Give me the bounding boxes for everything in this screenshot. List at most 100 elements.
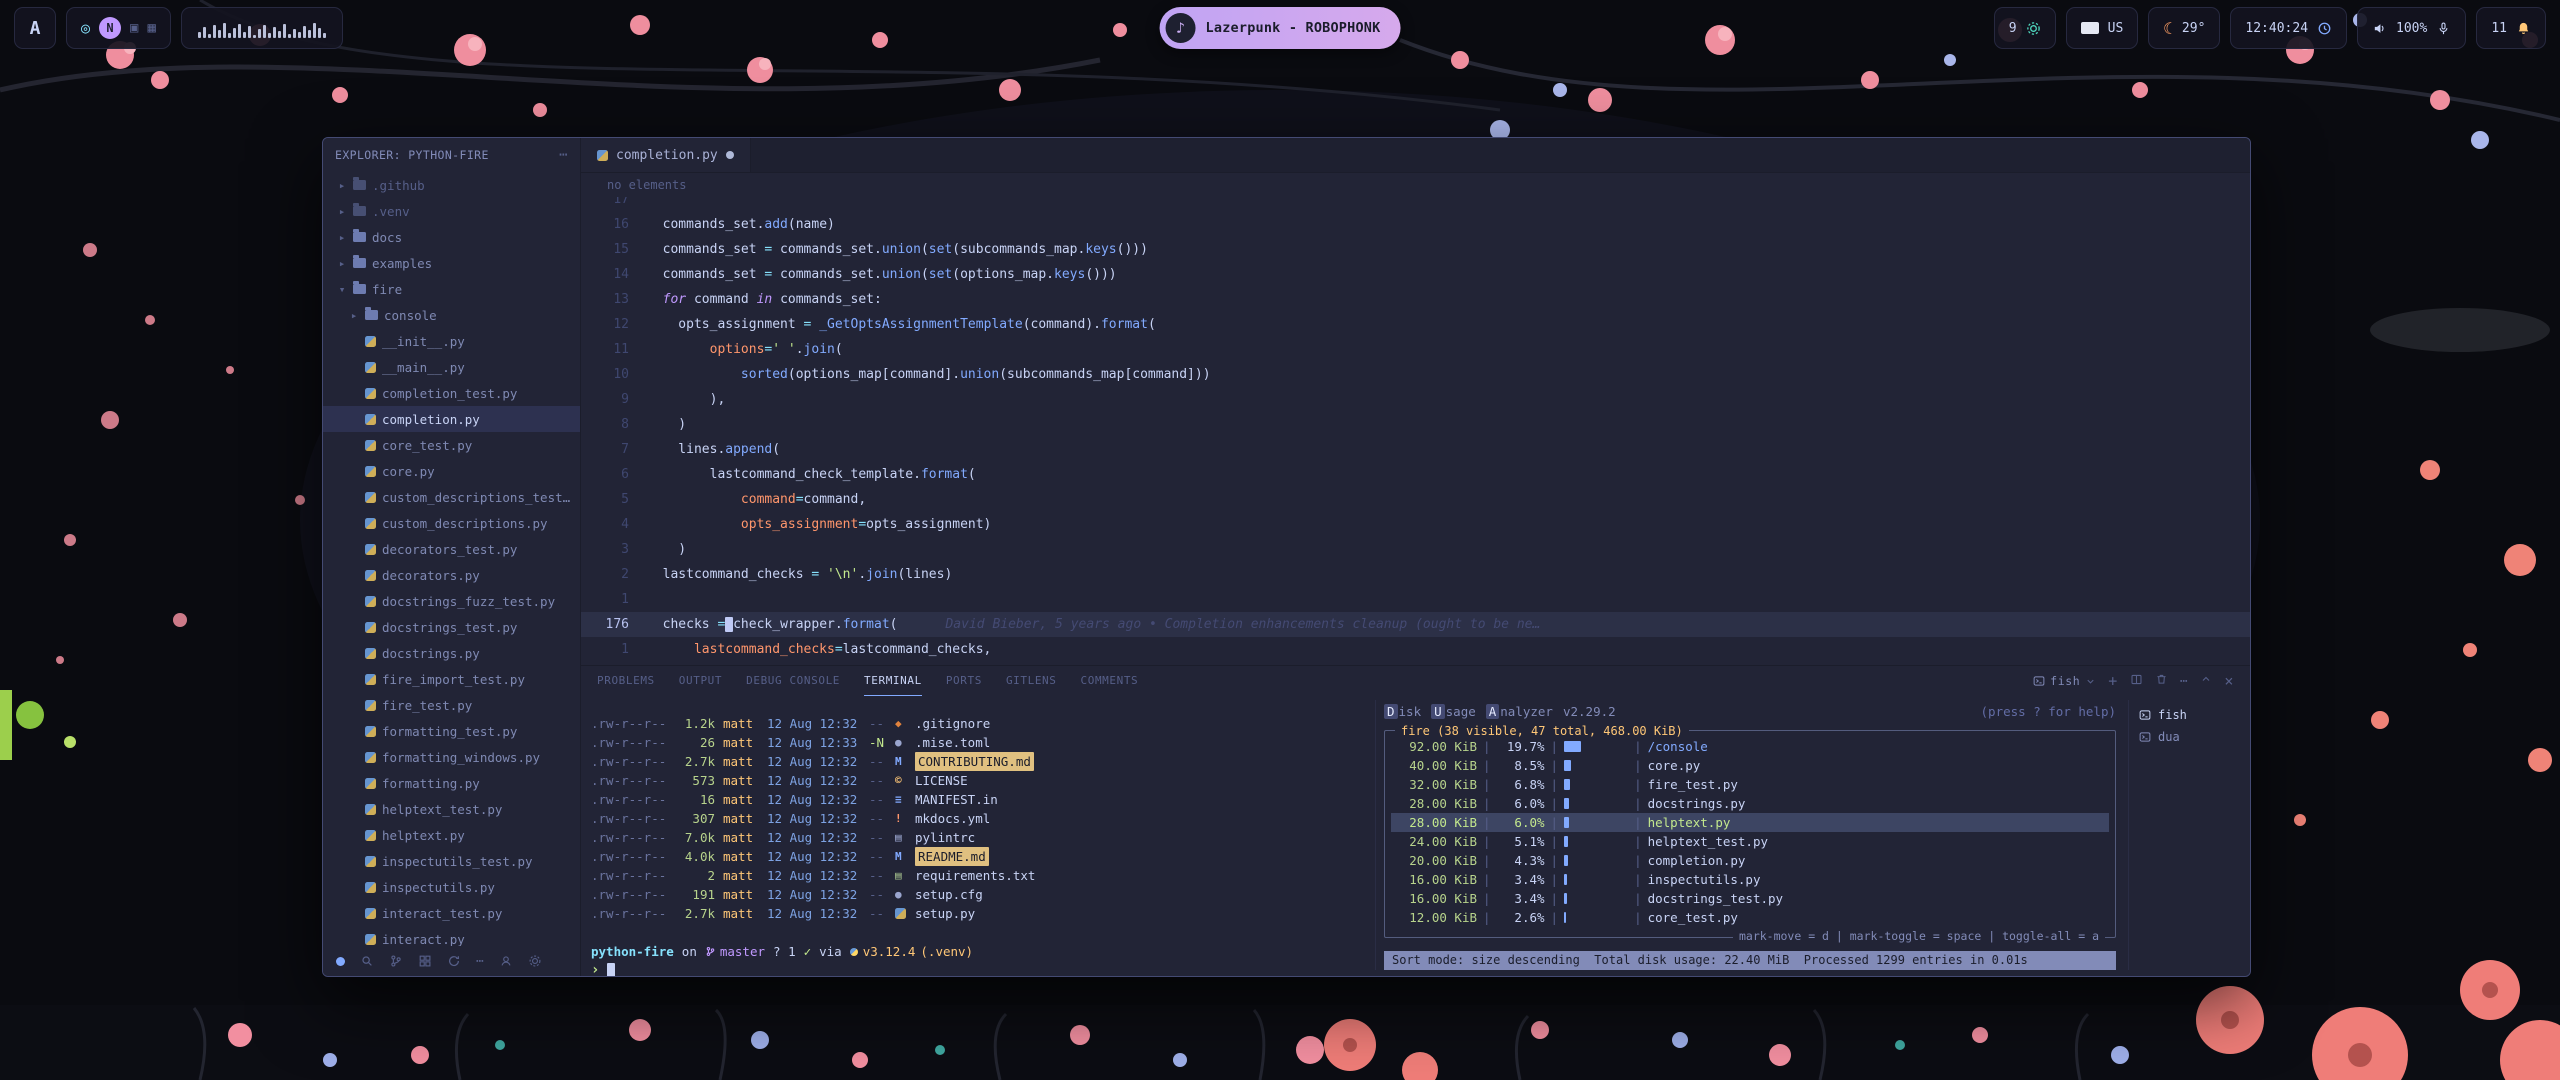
shell-input-line[interactable]: › — [591, 961, 1367, 977]
code-editor[interactable]: 17 """16 commands_set.add(name)15 comman… — [581, 197, 2250, 665]
panel-tab-debug-console[interactable]: DEBUG CONSOLE — [746, 666, 840, 696]
tree-item-completion-test-py[interactable]: completion_test.py — [323, 380, 580, 406]
tree-item-fire-import-test-py[interactable]: fire_import_test.py — [323, 666, 580, 692]
tree-item-completion-py[interactable]: completion.py — [323, 406, 580, 432]
code-line[interactable]: 4 opts_assignment=opts_assignment) — [581, 512, 2250, 537]
code-line[interactable]: 16 commands_set.add(name) — [581, 212, 2250, 237]
code-line[interactable]: 9 ), — [581, 387, 2250, 412]
terminal-profile[interactable]: fish — [2033, 674, 2096, 688]
tree-item-decorators-py[interactable]: decorators.py — [323, 562, 580, 588]
code-line[interactable]: 2 lastcommand_checks = '\n'.join(lines) — [581, 562, 2250, 587]
code-line[interactable]: 1 — [581, 587, 2250, 612]
source-control-icon[interactable] — [389, 954, 403, 968]
tree-item-interact-test-py[interactable]: interact_test.py — [323, 900, 580, 926]
tree-item-github[interactable]: ▸.github — [323, 172, 580, 198]
dua-row-helptext-py[interactable]: 28.00 KiB|6.0%||helptext.py — [1391, 813, 2109, 832]
tree-item-custom-descriptions-py[interactable]: custom_descriptions.py — [323, 510, 580, 536]
workspace-icon-3[interactable]: ▣ — [130, 20, 138, 36]
code-line[interactable]: 1 lastcommand_checks=lastcommand_checks, — [581, 637, 2250, 662]
panel-tab-ports[interactable]: PORTS — [946, 666, 982, 696]
tree-item-core-test-py[interactable]: core_test.py — [323, 432, 580, 458]
tree-item-examples[interactable]: ▸examples — [323, 250, 580, 276]
account-icon[interactable] — [499, 954, 513, 968]
code-line[interactable]: 15 commands_set = commands_set.union(set… — [581, 237, 2250, 262]
tree-item-docs[interactable]: ▸docs — [323, 224, 580, 250]
dua-menu-item-usage[interactable]: Usage — [1431, 702, 1476, 721]
code-line[interactable]: 5 command=command, — [581, 487, 2250, 512]
tree-item-console[interactable]: ▸console — [323, 302, 580, 328]
tree-item-interact-py[interactable]: interact.py — [323, 926, 580, 946]
updates-widget[interactable]: 9 — [1994, 7, 2056, 49]
tree-item-inspectutils-py[interactable]: inspectutils.py — [323, 874, 580, 900]
panel-tab-output[interactable]: OUTPUT — [679, 666, 722, 696]
keyboard-layout-widget[interactable]: US — [2066, 7, 2139, 49]
extensions-icon[interactable] — [418, 954, 432, 968]
code-line[interactable]: 176 checks = check_wrapper.format(David … — [581, 612, 2250, 637]
dua-row-docstrings-py[interactable]: 28.00 KiB|6.0%||docstrings.py — [1391, 794, 2109, 813]
dua-row-core-py[interactable]: 40.00 KiB|8.5%||core.py — [1391, 756, 2109, 775]
dua-row-fire-test-py[interactable]: 32.00 KiB|6.8%||fire_test.py — [1391, 775, 2109, 794]
tree-item-formatting-windows-py[interactable]: formatting_windows.py — [323, 744, 580, 770]
kill-terminal-icon[interactable] — [2155, 673, 2168, 690]
tree-item-helptext-test-py[interactable]: helptext_test.py — [323, 796, 580, 822]
code-line[interactable]: 3 ) — [581, 537, 2250, 562]
tree-item-formatting-py[interactable]: formatting.py — [323, 770, 580, 796]
code-line[interactable]: 8 ) — [581, 412, 2250, 437]
code-line[interactable]: 6 lastcommand_check_template.format( — [581, 462, 2250, 487]
new-terminal-icon[interactable]: + — [2108, 672, 2118, 690]
panel-tab-terminal[interactable]: TERMINAL — [864, 666, 922, 696]
dua-row-docstrings-test-py[interactable]: 16.00 KiB|3.4%||docstrings_test.py — [1391, 889, 2109, 908]
sync-icon[interactable] — [447, 954, 461, 968]
panel-tab-problems[interactable]: PROBLEMS — [597, 666, 655, 696]
code-line[interactable]: 12 opts_assignment = _GetOptsAssignmentT… — [581, 312, 2250, 337]
breadcrumb[interactable]: no elements — [581, 173, 2250, 197]
notifications-widget[interactable]: 11 — [2476, 7, 2546, 49]
dua-row-inspectutils-py[interactable]: 16.00 KiB|3.4%||inspectutils.py — [1391, 870, 2109, 889]
code-line[interactable]: 10 sorted(options_map[command].union(sub… — [581, 362, 2250, 387]
terminal-instance-fish[interactable]: fish — [2139, 704, 2244, 726]
terminal-fish[interactable]: .rw-r--r--1.2kmatt12 Aug 12:32--◆.gitign… — [591, 700, 1367, 970]
tree-item-inspectutils-test-py[interactable]: inspectutils_test.py — [323, 848, 580, 874]
code-line[interactable]: 7 lines.append( — [581, 437, 2250, 462]
code-line[interactable]: 11 options=' '.join( — [581, 337, 2250, 362]
tree-item-fire-test-py[interactable]: fire_test.py — [323, 692, 580, 718]
remote-indicator[interactable] — [336, 957, 345, 966]
panel-tab-comments[interactable]: COMMENTS — [1081, 666, 1139, 696]
tree-item-decorators-test-py[interactable]: decorators_test.py — [323, 536, 580, 562]
code-line[interactable]: 13 for command in commands_set: — [581, 287, 2250, 312]
dua-row-helptext-test-py[interactable]: 24.00 KiB|5.1%||helptext_test.py — [1391, 832, 2109, 851]
dua-row-core-test-py[interactable]: 12.00 KiB|2.6%||core_test.py — [1391, 908, 2109, 927]
tree-item-custom-descriptions-test[interactable]: custom_descriptions_test… — [323, 484, 580, 510]
more-icon[interactable]: ⋯ — [476, 955, 484, 968]
workspace-icon-1[interactable]: ◎ — [81, 19, 90, 37]
tree-item-venv[interactable]: ▸.venv — [323, 198, 580, 224]
more-actions-icon[interactable]: ⋯ — [559, 147, 568, 163]
terminal-dua[interactable]: DiskUsageAnalyzer v2.29.2 (press ? for h… — [1375, 700, 2116, 970]
launcher-button[interactable]: A — [14, 7, 56, 49]
tree-item-init-py[interactable]: __init__.py — [323, 328, 580, 354]
tree-item-core-py[interactable]: core.py — [323, 458, 580, 484]
workspace-active[interactable]: N — [99, 17, 121, 39]
workspaces-widget[interactable]: ◎ N ▣ ▦ — [66, 7, 171, 49]
tree-item-docstrings-py[interactable]: docstrings.py — [323, 640, 580, 666]
tab-completion-py[interactable]: completion.py — [581, 138, 751, 172]
media-player-widget[interactable]: ♪ Lazerpunk - ROBOPHONK — [1160, 7, 1401, 49]
panel-tab-gitlens[interactable]: GITLENS — [1006, 666, 1057, 696]
dua-menu-item-disk[interactable]: Disk — [1384, 702, 1421, 721]
audio-widget[interactable]: 100% — [2357, 7, 2466, 49]
tree-item-docstrings-test-py[interactable]: docstrings_test.py — [323, 614, 580, 640]
audio-visualizer-widget[interactable] — [181, 7, 343, 49]
workspace-icon-4[interactable]: ▦ — [147, 20, 155, 36]
close-panel-icon[interactable]: × — [2224, 672, 2234, 690]
tree-item-docstrings-fuzz-test-py[interactable]: docstrings_fuzz_test.py — [323, 588, 580, 614]
split-terminal-icon[interactable] — [2130, 673, 2143, 690]
modified-dot-icon[interactable] — [726, 151, 734, 159]
maximize-panel-icon[interactable] — [2200, 673, 2212, 689]
tree-item-helptext-py[interactable]: helptext.py — [323, 822, 580, 848]
weather-widget[interactable]: ☾ 29° — [2148, 7, 2220, 49]
clock-widget[interactable]: 12:40:24 — [2230, 7, 2347, 49]
search-icon[interactable] — [360, 954, 374, 968]
tree-item-formatting-test-py[interactable]: formatting_test.py — [323, 718, 580, 744]
dua-menu-item-analyzer[interactable]: Analyzer — [1486, 702, 1553, 721]
terminal-instance-dua[interactable]: dua — [2139, 726, 2244, 748]
